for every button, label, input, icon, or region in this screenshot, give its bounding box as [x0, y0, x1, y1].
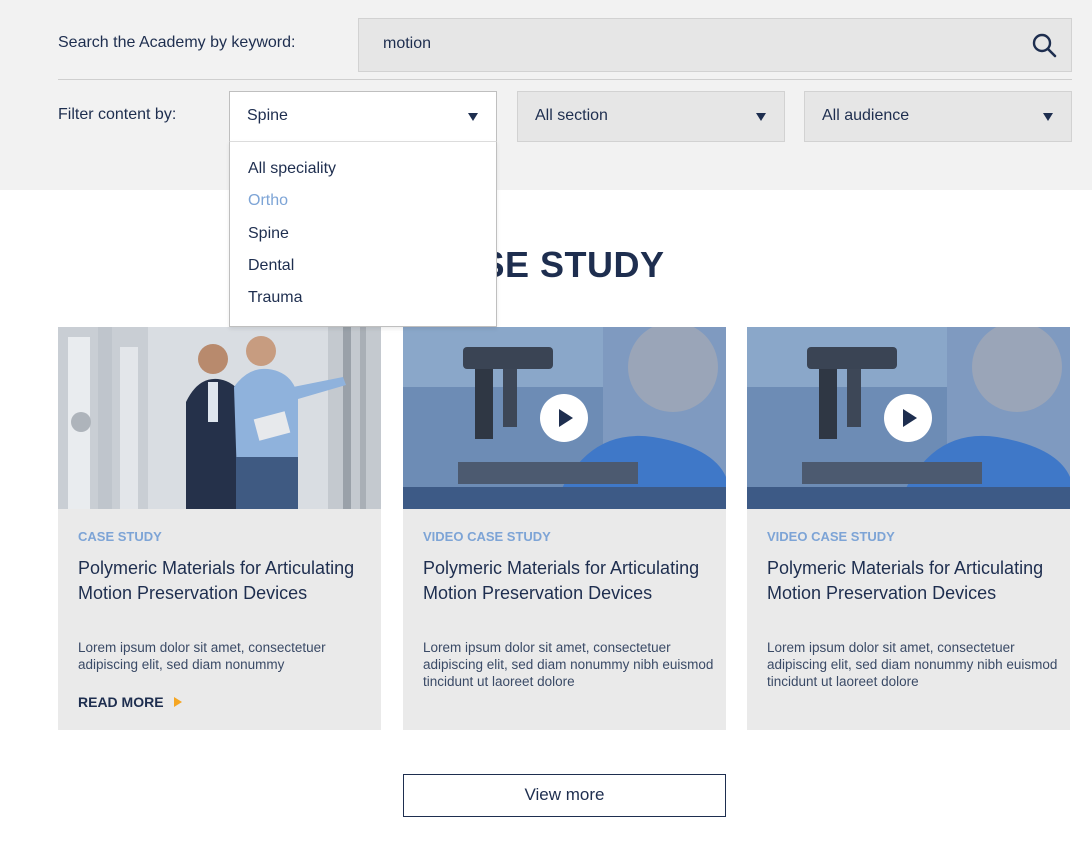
- card-image: [58, 327, 381, 509]
- card-title[interactable]: Polymeric Materials for Articulating Mot…: [767, 556, 1057, 606]
- dropdown-option-all-speciality[interactable]: All speciality: [248, 160, 336, 178]
- card-image: [747, 327, 1070, 509]
- play-icon[interactable]: [540, 394, 588, 442]
- read-more-link[interactable]: READ MORE: [78, 694, 164, 710]
- search-input[interactable]: motion: [358, 18, 1072, 72]
- section-select-value: All section: [535, 107, 608, 124]
- dropdown-option-ortho[interactable]: Ortho: [248, 192, 288, 210]
- dropdown-option-dental[interactable]: Dental: [248, 257, 294, 275]
- card-description: Lorem ipsum dolor sit amet, consectetuer…: [767, 640, 1058, 689]
- chevron-down-icon: [468, 113, 478, 121]
- card-tag: VIDEO CASE STUDY: [423, 529, 551, 544]
- card-image: [403, 327, 726, 509]
- dropdown-option-spine[interactable]: Spine: [248, 225, 289, 243]
- card-description: Lorem ipsum dolor sit amet, consectetuer…: [423, 640, 714, 689]
- card-description: Lorem ipsum dolor sit amet, consectetuer…: [78, 640, 326, 672]
- search-label: Search the Academy by keyword:: [58, 34, 296, 51]
- speciality-select-value: Spine: [247, 107, 288, 124]
- engineers-photo: [58, 327, 381, 509]
- dropdown-option-trauma[interactable]: Trauma: [248, 289, 303, 307]
- card-tag: VIDEO CASE STUDY: [767, 529, 895, 544]
- case-study-card[interactable]: CASE STUDY Polymeric Materials for Artic…: [58, 327, 381, 730]
- arrow-right-icon[interactable]: [174, 697, 182, 707]
- card-tag: CASE STUDY: [78, 529, 162, 544]
- card-title[interactable]: Polymeric Materials for Articulating Mot…: [78, 556, 368, 606]
- view-more-button[interactable]: View more: [403, 774, 726, 817]
- audience-select-value: All audience: [822, 107, 910, 124]
- divider: [58, 79, 1072, 80]
- filter-panel: Search the Academy by keyword: motion Fi…: [0, 0, 1092, 190]
- audience-select[interactable]: All audience: [804, 91, 1072, 142]
- card-title[interactable]: Polymeric Materials for Articulating Mot…: [423, 556, 713, 606]
- video-case-study-card[interactable]: VIDEO CASE STUDY Polymeric Materials for…: [747, 327, 1070, 730]
- chevron-down-icon: [1043, 113, 1053, 121]
- play-icon[interactable]: [884, 394, 932, 442]
- search-icon[interactable]: [1031, 32, 1057, 58]
- video-case-study-card[interactable]: VIDEO CASE STUDY Polymeric Materials for…: [403, 327, 726, 730]
- speciality-select[interactable]: Spine: [229, 91, 497, 142]
- speciality-dropdown: All speciality Ortho Spine Dental Trauma: [229, 141, 497, 327]
- section-select[interactable]: All section: [517, 91, 785, 142]
- search-input-value[interactable]: motion: [383, 35, 431, 53]
- filter-label: Filter content by:: [58, 106, 177, 123]
- chevron-down-icon: [756, 113, 766, 121]
- section-title: CASE STUDY: [427, 244, 665, 285]
